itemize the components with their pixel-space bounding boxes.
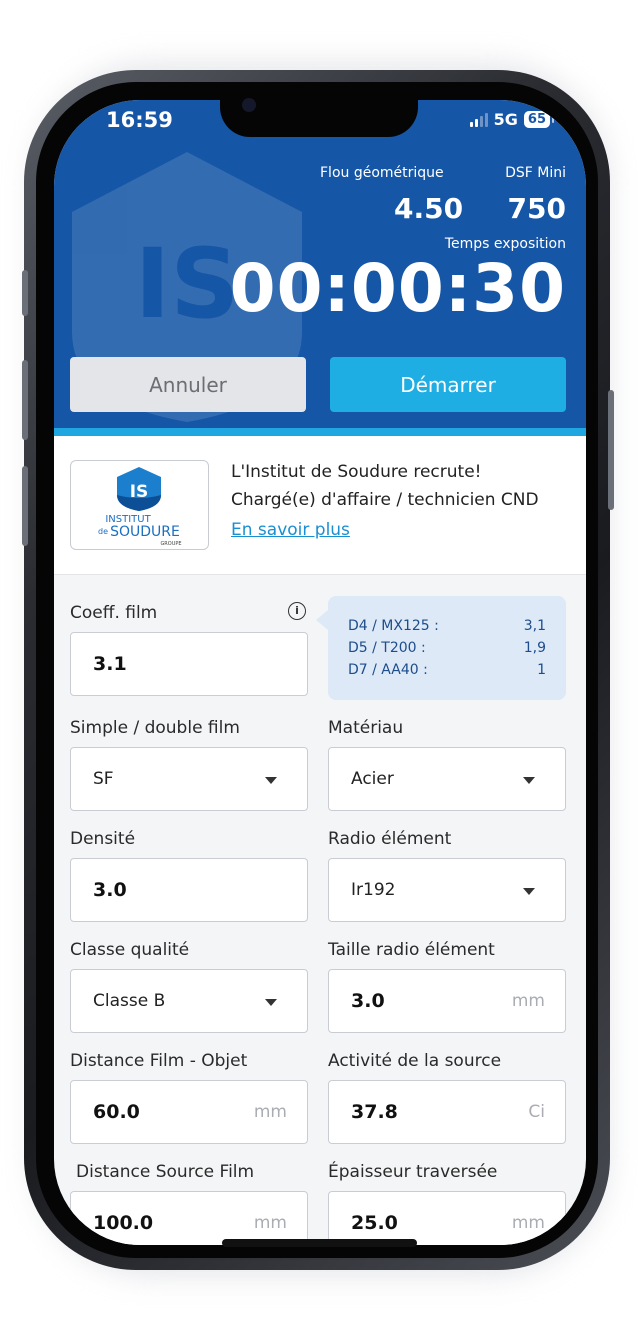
dsf-mini-label: DSF Mini — [505, 165, 566, 181]
header-panel: IS 16:59 5G 65 Flou géométrique 4.50 DSF… — [54, 100, 586, 436]
is-shield-icon: IS INSTITUT de SOUDURE GROUPE — [98, 467, 182, 547]
simple-double-film-select[interactable]: SF — [70, 747, 308, 811]
svg-text:SOUDURE: SOUDURE — [110, 524, 180, 540]
signal-icon — [469, 112, 488, 127]
epaisseur-traversee-label: Épaisseur traversée — [328, 1162, 498, 1182]
taille-radio-element-input[interactable]: 3.0 mm — [328, 969, 566, 1033]
densite-input[interactable]: 3.0 — [70, 858, 308, 922]
front-camera — [242, 98, 256, 112]
side-button-power — [608, 390, 614, 510]
coeff-film-input[interactable]: 3.1 — [70, 632, 308, 696]
svg-text:IS: IS — [130, 482, 149, 502]
home-indicator[interactable] — [222, 1239, 417, 1247]
film-coeff-tooltip: D4 / MX125 :3,1 D5 / T200 :1,9 D7 / AA40… — [316, 596, 566, 700]
activite-source-label: Activité de la source — [328, 1051, 502, 1071]
info-icon[interactable]: i — [288, 602, 306, 620]
side-button-mute — [22, 270, 28, 316]
side-button-volume-up — [22, 360, 28, 440]
chevron-down-icon — [265, 999, 277, 1006]
simple-double-film-label: Simple / double film — [70, 718, 240, 738]
radio-element-label: Radio élément — [328, 829, 452, 849]
flou-label: Flou géométrique — [320, 165, 444, 181]
chevron-down-icon — [523, 888, 535, 895]
institut-soudure-logo: IS INSTITUT de SOUDURE GROUPE — [70, 460, 209, 550]
densite-label: Densité — [70, 829, 136, 849]
status-time: 16:59 — [106, 108, 173, 132]
flou-value: 4.50 — [394, 192, 464, 225]
network-label: 5G — [493, 110, 518, 129]
radio-element-select[interactable]: Ir192 — [328, 858, 566, 922]
distance-source-film-label: Distance Source Film — [76, 1162, 255, 1182]
side-button-volume-down — [22, 466, 28, 546]
distance-film-objet-label: Distance Film - Objet — [70, 1051, 248, 1071]
chevron-down-icon — [523, 777, 535, 784]
svg-text:IS: IS — [135, 228, 240, 340]
distance-source-film-input[interactable]: 100.0 mm — [70, 1191, 308, 1245]
header-accent-bar — [54, 428, 586, 436]
materiau-select[interactable]: Acier — [328, 747, 566, 811]
activite-source-input[interactable]: 37.8 Ci — [328, 1080, 566, 1144]
battery-icon: 65 — [523, 111, 555, 128]
classe-qualite-select[interactable]: Classe B — [70, 969, 308, 1033]
tip-row: D4 / MX125 :3,1 — [348, 618, 546, 634]
ad-subline: Chargé(e) d'affaire / technicien CND — [231, 490, 539, 510]
recruitment-banner[interactable]: IS INSTITUT de SOUDURE GROUPE L'Institut… — [54, 436, 586, 575]
exposure-timer: 00:00:30 — [229, 250, 566, 327]
materiau-label: Matériau — [328, 718, 404, 738]
status-indicators: 5G 65 — [469, 110, 555, 129]
classe-qualite-label: Classe qualité — [70, 940, 190, 960]
start-button[interactable]: Démarrer — [330, 357, 566, 412]
epaisseur-traversee-input[interactable]: 25.0 mm — [328, 1191, 566, 1245]
cancel-button[interactable]: Annuler — [70, 357, 306, 412]
svg-text:de: de — [98, 527, 108, 536]
chevron-down-icon — [265, 777, 277, 784]
learn-more-link[interactable]: En savoir plus — [231, 520, 350, 540]
app-screen: IS 16:59 5G 65 Flou géométrique 4.50 DSF… — [54, 100, 586, 1245]
dsf-mini-value: 750 — [507, 192, 566, 225]
taille-radio-element-label: Taille radio élément — [328, 940, 495, 960]
tip-row: D5 / T200 :1,9 — [348, 640, 546, 656]
tip-row: D7 / AA40 :1 — [348, 662, 546, 678]
distance-film-objet-input[interactable]: 60.0 mm — [70, 1080, 308, 1144]
svg-text:GROUPE: GROUPE — [160, 541, 181, 547]
ad-headline: L'Institut de Soudure recrute! — [231, 462, 482, 482]
coeff-film-label: Coeff. film — [70, 603, 158, 623]
